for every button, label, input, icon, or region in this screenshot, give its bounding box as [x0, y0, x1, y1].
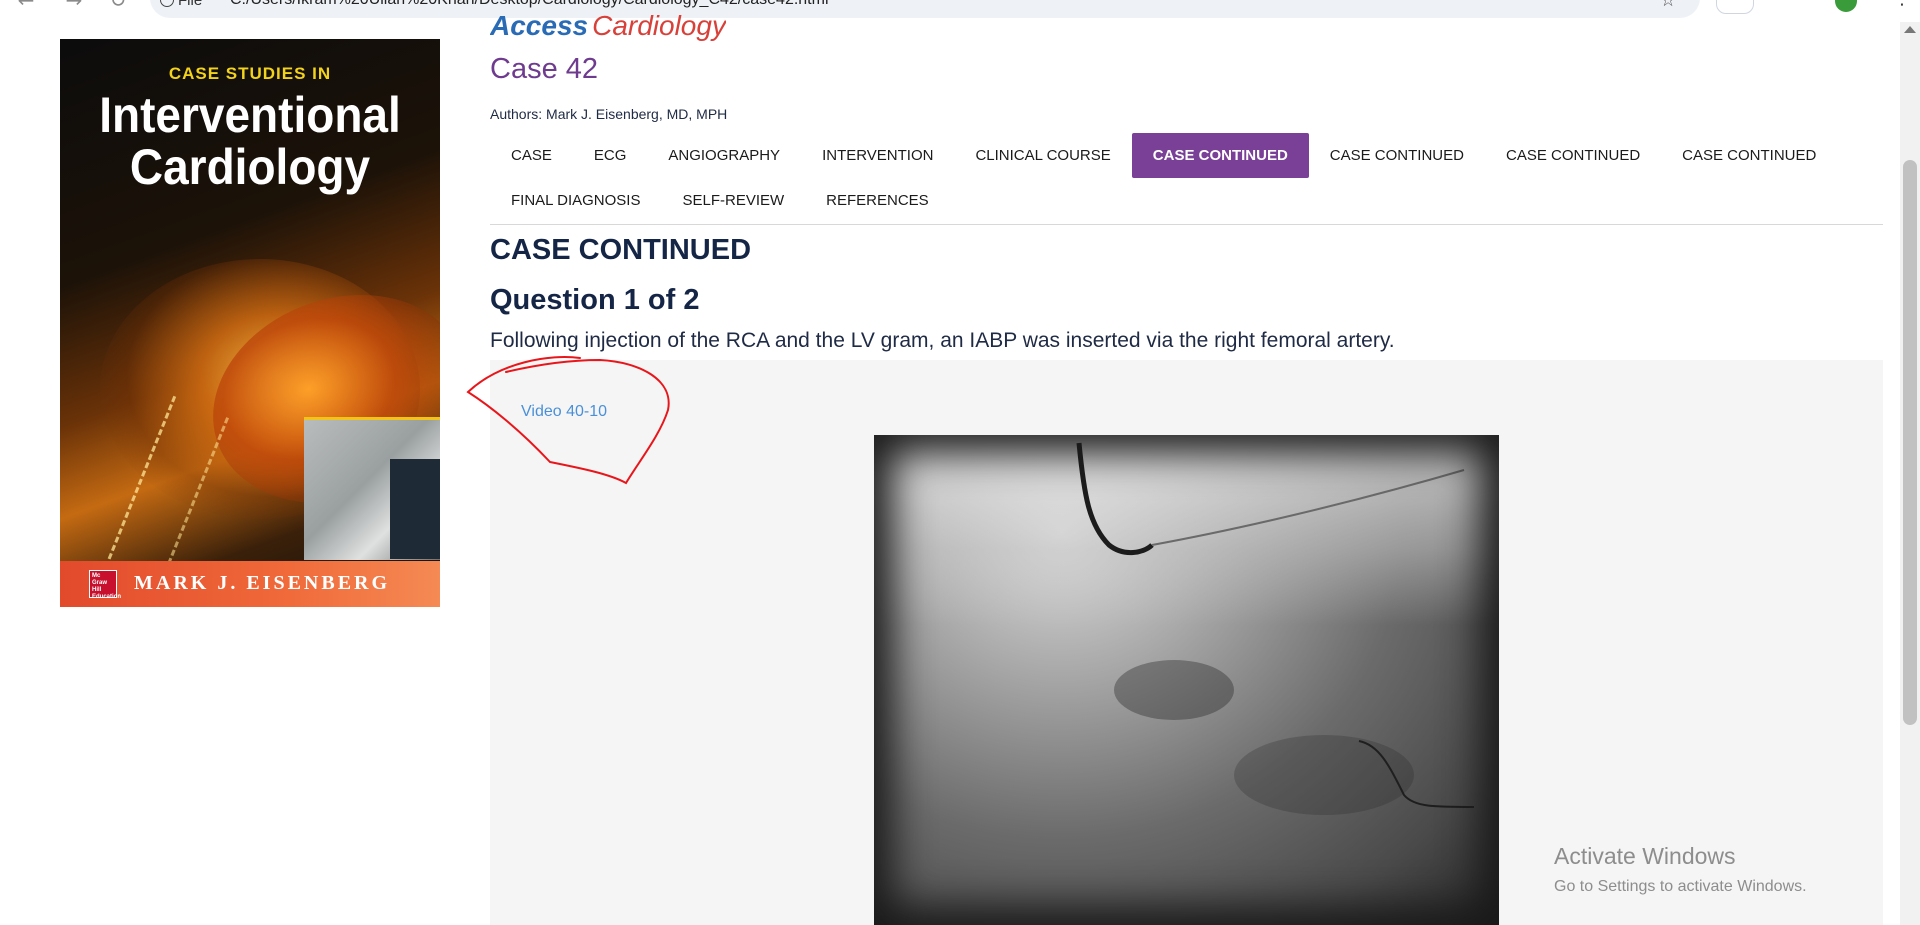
tab-case[interactable]: CASE	[490, 133, 573, 178]
windows-watermark-title: Activate Windows	[1554, 843, 1736, 869]
file-chip[interactable]: File	[160, 0, 203, 9]
browser-toolbar: ← → ↻ File C:/Users/Ikram%20Ullah%20Khan…	[0, 0, 1920, 22]
brand-part1: Access	[490, 10, 589, 41]
tab-references[interactable]: REFERENCES	[805, 178, 950, 223]
tab-case-continued[interactable]: CASE CONTINUED	[1661, 133, 1837, 178]
cover-author: MARK J. EISENBERG	[134, 572, 391, 594]
section-heading: CASE CONTINUED	[490, 234, 752, 266]
tab-clinical-course[interactable]: CLINICAL COURSE	[954, 133, 1131, 178]
tab-self-review[interactable]: SELF-REVIEW	[661, 178, 805, 223]
info-icon	[160, 0, 174, 7]
tab-case-continued[interactable]: CASE CONTINUED	[1485, 133, 1661, 178]
annotation-circle	[466, 356, 670, 485]
angiogram-vignette	[874, 435, 1499, 925]
publisher-logo: Mc Graw Hill Education	[89, 570, 121, 600]
file-chip-label: File	[178, 0, 203, 9]
scrollbar-thumb[interactable]	[1903, 160, 1917, 725]
site-logo[interactable]: Access Cardiology	[490, 10, 726, 44]
cover-kicker: CASE STUDIES IN	[168, 64, 332, 83]
arrow-left-icon[interactable]: ←	[14, 0, 38, 12]
tab-final-diagnosis[interactable]: FINAL DIAGNOSIS	[490, 178, 661, 223]
downloads-icon[interactable]	[1760, 0, 1798, 14]
cover-monitor-photo	[390, 459, 440, 559]
tab-intervention[interactable]: INTERVENTION	[801, 133, 954, 178]
angiogram-image[interactable]	[874, 435, 1499, 925]
more-vertical-icon[interactable]: ⋮	[1893, 0, 1911, 9]
cover-title-line2: Cardiology	[129, 139, 371, 195]
reload-icon[interactable]: ↻	[106, 0, 130, 12]
windows-watermark-subtitle: Go to Settings to activate Windows.	[1554, 878, 1807, 895]
question-heading: Question 1 of 2	[490, 284, 700, 316]
book-cover: CASE STUDIES IN Interventional Cardiolog…	[60, 39, 440, 607]
tab-angiography[interactable]: ANGIOGRAPHY	[647, 133, 801, 178]
extension-icon[interactable]	[1716, 0, 1754, 14]
case-title: Case 42	[490, 53, 599, 85]
arrow-right-icon[interactable]: →	[62, 0, 86, 12]
cover-title-line1: Interventional	[99, 87, 401, 143]
scroll-up-arrow-icon[interactable]	[1904, 26, 1916, 33]
star-icon[interactable]: ☆	[1660, 0, 1676, 11]
section-tabs: CASE ECG ANGIOGRAPHY INTERVENTION CLINICAL C…	[490, 133, 1883, 223]
profile-avatar[interactable]	[1835, 0, 1857, 12]
authors-line: Authors: Mark J. Eisenberg, MD, MPH	[490, 106, 728, 122]
tab-ecg[interactable]: ECG	[573, 133, 648, 178]
url-text[interactable]: C:/Users/Ikram%20Ullah%20Khan/Desktop/Ca…	[230, 0, 829, 9]
tab-case-continued[interactable]: CASE CONTINUED	[1309, 133, 1485, 178]
tabs-divider	[490, 224, 1883, 225]
cover-title: Interventional Cardiology	[75, 89, 425, 193]
tab-case-continued[interactable]: CASE CONTINUED	[1131, 133, 1309, 178]
brand-part2: Cardiology	[592, 10, 726, 41]
